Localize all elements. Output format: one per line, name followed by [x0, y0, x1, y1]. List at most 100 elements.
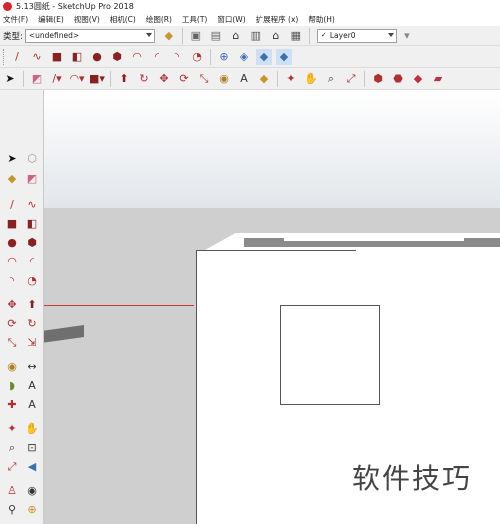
rotate-icon[interactable]: ⟳ [176, 71, 192, 87]
extension-warehouse-icon[interactable]: ⬣ [390, 71, 406, 87]
menu-draw[interactable]: 绘图(R) [146, 14, 172, 25]
tape-measure-icon[interactable]: ◉ [216, 71, 232, 87]
menu-extensions[interactable]: 扩展程序 (x) [256, 14, 299, 25]
move-icon[interactable]: ✥ [4, 296, 20, 312]
walk-icon[interactable]: ⚲ [4, 501, 20, 517]
back-view-icon[interactable]: ⌂ [268, 28, 284, 44]
pie-icon[interactable]: ◔ [24, 272, 40, 288]
share-model-icon[interactable]: ◆ [410, 71, 426, 87]
push-pull-icon[interactable]: ⬆ [24, 296, 40, 312]
text-icon[interactable]: A [236, 71, 252, 87]
freehand-icon[interactable]: ∿ [24, 196, 40, 212]
zoom-icon[interactable]: ⌕ [323, 71, 339, 87]
orbit-icon[interactable]: ✦ [283, 71, 299, 87]
follow-me-icon[interactable]: ↻ [24, 315, 40, 331]
pan-hand-icon[interactable]: ✋ [303, 71, 319, 87]
iso-view-icon[interactable]: ▣ [188, 28, 204, 44]
zoom-icon[interactable]: ⌕ [4, 439, 20, 455]
line-dropdown-icon[interactable]: /▾ [49, 71, 65, 87]
layer-value: Layer0 [329, 31, 356, 40]
menu-bar: 文件(F) 编辑(E) 视图(V) 相机(C) 绘图(R) 工具(T) 窗口(W… [0, 12, 500, 26]
rectangle-icon[interactable]: ■ [4, 215, 20, 231]
orbit-icon[interactable]: ✦ [4, 420, 20, 436]
protractor-icon[interactable]: ◗ [4, 377, 20, 393]
pie-icon[interactable]: ◔ [189, 49, 205, 65]
toolbar-divider [110, 70, 111, 87]
text-icon[interactable]: A [24, 377, 40, 393]
pencil-line-icon[interactable]: / [9, 49, 25, 65]
offset-icon[interactable]: ⇲ [24, 334, 40, 350]
toolbar-grip[interactable] [3, 48, 5, 65]
pan-hand-icon[interactable]: ✋ [24, 420, 40, 436]
position-camera-icon[interactable]: ♙ [4, 482, 20, 498]
zoom-extents-icon[interactable]: ⤢ [4, 458, 20, 474]
section-cuts-icon[interactable]: ◆ [256, 48, 272, 65]
make-component-icon[interactable]: ⬡ [24, 150, 40, 166]
three-point-arc-icon[interactable]: ◝ [4, 272, 20, 288]
zoom-window-icon[interactable]: ⊡ [24, 439, 40, 455]
rotate-icon[interactable]: ⟳ [4, 315, 20, 331]
freehand-icon[interactable]: ∿ [29, 49, 45, 65]
follow-me-icon[interactable]: ↻ [136, 71, 152, 87]
pencil-line-icon[interactable]: / [4, 196, 20, 212]
section-plane-icon[interactable]: ⊕ [216, 49, 232, 65]
shape-dropdown-icon[interactable]: ■▾ [89, 71, 105, 87]
rectangle-icon[interactable]: ■ [49, 49, 65, 65]
paint-bucket-icon[interactable]: ◆ [4, 170, 20, 186]
dimension-icon[interactable]: ↔ [24, 358, 40, 374]
two-point-arc-icon[interactable]: ◜ [149, 49, 165, 65]
two-point-arc-icon[interactable]: ◜ [24, 253, 40, 269]
eraser-icon[interactable]: ◩ [24, 170, 40, 186]
layer-select[interactable]: ✓ Layer0 [316, 28, 397, 43]
look-around-icon[interactable]: ◉ [24, 482, 40, 498]
select-arrow-icon[interactable]: ➤ [4, 150, 20, 166]
move-icon[interactable]: ✥ [156, 71, 172, 87]
main-toolbar: ➤ ◩ /▾ ◠▾ ■▾ ⬆ ↻ ✥ ⟳ ⤡ ◉ A ◆ ✦ ✋ ⌕ ⤢ ⬢ ⬣… [0, 68, 500, 90]
menu-view[interactable]: 视图(V) [74, 14, 100, 25]
arc-icon[interactable]: ◠ [4, 253, 20, 269]
layer-manager-icon[interactable]: ▾ [399, 28, 415, 44]
previous-view-icon[interactable]: ◀ [24, 458, 40, 474]
scale-icon[interactable]: ⤡ [4, 334, 20, 350]
right-view-icon[interactable]: ▥ [248, 28, 264, 44]
circle-icon[interactable]: ● [4, 234, 20, 250]
circle-icon[interactable]: ● [89, 49, 105, 65]
section-plane-icon[interactable]: ⊕ [24, 501, 40, 517]
rotated-rectangle-icon[interactable]: ◧ [69, 49, 85, 65]
axes-icon[interactable]: ✚ [4, 396, 20, 412]
menu-camera[interactable]: 相机(C) [110, 14, 136, 25]
toolbar-divider [364, 70, 365, 87]
menu-help[interactable]: 帮助(H) [308, 14, 335, 25]
section-display-icon[interactable]: ◈ [236, 49, 252, 65]
arc-dropdown-icon[interactable]: ◠▾ [69, 71, 85, 87]
scale-icon[interactable]: ⤡ [196, 71, 212, 87]
layout-icon[interactable]: ▰ [430, 71, 446, 87]
menu-window[interactable]: 窗口(W) [217, 14, 245, 25]
menu-edit[interactable]: 编辑(E) [38, 14, 64, 25]
polygon-icon[interactable]: ⬢ [24, 234, 40, 250]
menu-file[interactable]: 文件(F) [3, 14, 28, 25]
select-arrow-icon[interactable]: ➤ [2, 71, 18, 87]
three-point-arc-icon[interactable]: ◝ [169, 49, 185, 65]
push-pull-icon[interactable]: ⬆ [116, 71, 132, 87]
front-view-icon[interactable]: ⌂ [228, 28, 244, 44]
style-type-select[interactable]: <undefined> [24, 28, 155, 43]
section-fill-icon[interactable]: ◆ [276, 48, 292, 65]
drawing-toolbar: / ∿ ■ ◧ ● ⬢ ◠ ◜ ◝ ◔ ⊕ ◈ ◆ ◆ [0, 46, 500, 68]
style-type-value: <undefined> [28, 31, 80, 40]
top-view-icon[interactable]: ▤ [208, 28, 224, 44]
left-view-icon[interactable]: ▦ [288, 28, 304, 44]
3d-text-icon[interactable]: A [24, 396, 40, 412]
sketchup-app-icon [3, 1, 12, 11]
tape-measure-icon[interactable]: ◉ [4, 358, 20, 374]
polygon-icon[interactable]: ⬢ [109, 49, 125, 65]
rotated-rectangle-icon[interactable]: ◧ [24, 215, 40, 231]
arc-icon[interactable]: ◠ [129, 49, 145, 65]
warehouse-icon[interactable]: ⬢ [370, 71, 386, 87]
toolbar-divider [277, 70, 278, 87]
paint-bucket-icon[interactable]: ◆ [256, 71, 272, 87]
menu-tools[interactable]: 工具(T) [182, 14, 207, 25]
eraser-icon[interactable]: ◩ [29, 71, 45, 87]
zoom-extents-icon[interactable]: ⤢ [343, 71, 359, 87]
paint-bucket-style-icon[interactable]: ◆ [161, 28, 177, 44]
